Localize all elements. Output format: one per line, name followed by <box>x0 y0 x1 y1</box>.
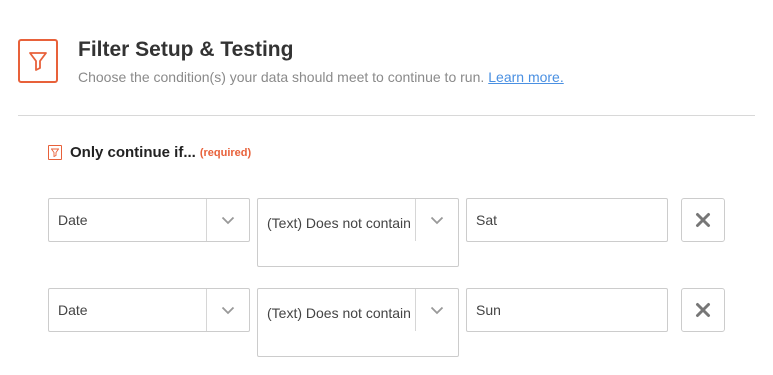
condition-select[interactable]: (Text) Does not contain <box>257 198 459 267</box>
field-select[interactable]: Date <box>48 198 250 242</box>
close-icon <box>696 213 710 227</box>
divider <box>18 115 755 116</box>
field-select-value: Date <box>58 212 88 228</box>
learn-more-link[interactable]: Learn more. <box>488 69 563 85</box>
subtitle-text: Choose the condition(s) your data should… <box>78 69 485 85</box>
page-subtitle: Choose the condition(s) your data should… <box>78 69 564 85</box>
field-select-value: Date <box>58 302 88 318</box>
filter-icon <box>48 145 62 160</box>
condition-select-value: (Text) Does not contain <box>267 305 411 321</box>
condition-select-value: (Text) Does not contain <box>267 215 411 231</box>
value-input[interactable]: Sun <box>466 288 668 332</box>
section-label: Only continue if... <box>70 144 196 161</box>
close-icon <box>696 303 710 317</box>
remove-condition-button[interactable] <box>681 198 725 242</box>
chevron-down-icon[interactable] <box>206 289 249 331</box>
value-input[interactable]: Sat <box>466 198 668 242</box>
chevron-down-icon[interactable] <box>415 289 458 331</box>
page-title: Filter Setup & Testing <box>78 38 294 61</box>
required-tag: (required) <box>199 146 252 159</box>
section-heading: Only continue if... (required) <box>48 144 251 161</box>
condition-select[interactable]: (Text) Does not contain <box>257 288 459 357</box>
value-input-text: Sat <box>476 212 498 228</box>
remove-condition-button[interactable] <box>681 288 725 332</box>
chevron-down-icon[interactable] <box>415 199 458 241</box>
field-select[interactable]: Date <box>48 288 250 332</box>
value-input-text: Sun <box>476 302 501 318</box>
filter-icon <box>18 39 58 83</box>
chevron-down-icon[interactable] <box>206 199 249 241</box>
